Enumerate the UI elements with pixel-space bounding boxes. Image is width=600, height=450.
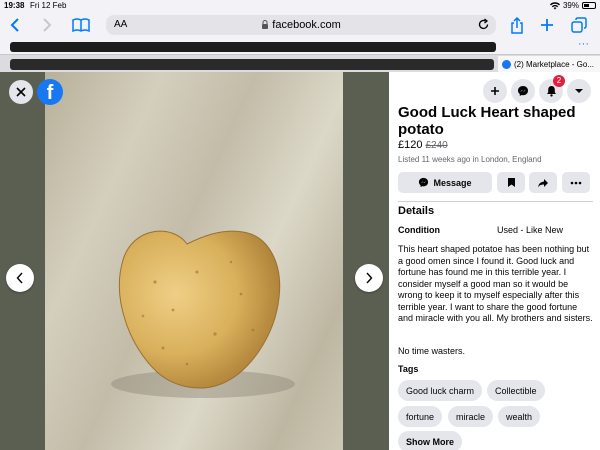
message-button[interactable]: Message	[398, 172, 492, 193]
listing-title: Good Luck Heart shaped potato	[398, 104, 576, 138]
tag-chip[interactable]: fortune	[398, 406, 443, 427]
listing-description: This heart shaped potatoe has been nothi…	[398, 244, 593, 323]
facebook-logo-letter: f	[46, 82, 54, 104]
back-icon[interactable]	[6, 16, 24, 34]
redacted-tabs	[10, 59, 494, 70]
message-label: Message	[433, 177, 472, 188]
bookmark-icon	[507, 178, 515, 187]
tag-chip[interactable]: wealth	[498, 406, 541, 427]
share-icon[interactable]	[508, 16, 526, 34]
tags-heading: Tags	[398, 364, 419, 374]
status-right: 39%	[549, 1, 596, 10]
new-tab-icon[interactable]	[538, 16, 556, 34]
tab-strip: (2) Marketplace - Go...	[0, 54, 600, 73]
tag-chip[interactable]: Collectible	[487, 380, 545, 401]
bell-icon	[546, 86, 556, 97]
account-menu-button[interactable]	[567, 79, 591, 103]
status-time: 19:38	[4, 1, 25, 10]
tag-chip[interactable]: Good luck charm	[398, 380, 483, 401]
heart-potato-image	[111, 230, 295, 398]
next-photo-button[interactable]	[355, 264, 383, 292]
address-bar[interactable]: AA facebook.com	[106, 15, 496, 35]
caret-down-icon	[575, 89, 583, 93]
create-button[interactable]	[483, 79, 507, 103]
share-button[interactable]	[529, 172, 557, 193]
reload-icon[interactable]	[477, 18, 490, 36]
status-bar: 19:38 Fri 12 Feb 39%	[0, 0, 600, 12]
messenger-icon	[419, 177, 429, 188]
bookmarks-bar: ···	[0, 38, 600, 54]
details-heading: Details	[398, 205, 435, 217]
facebook-logo[interactable]: f	[37, 79, 63, 105]
url-text: facebook.com	[106, 19, 496, 31]
more-dots-icon	[570, 181, 582, 184]
listing-photo	[45, 72, 343, 450]
tag-chip[interactable]: miracle	[448, 406, 494, 427]
plus-icon	[491, 87, 499, 95]
lock-icon	[262, 20, 269, 29]
status-date: Fri 12 Feb	[30, 1, 67, 10]
battery-icon	[582, 2, 596, 9]
section-divider	[398, 201, 593, 202]
photo-viewer: f	[0, 72, 389, 450]
messenger-icon	[518, 86, 528, 96]
close-viewer-button[interactable]	[9, 80, 33, 104]
bookmarks-book-icon[interactable]	[72, 16, 90, 34]
footer-note: No time wasters.	[398, 346, 466, 356]
notification-badge: 2	[553, 75, 565, 87]
condition-value: Used - Like New	[497, 225, 564, 235]
facebook-favicon-icon	[502, 60, 511, 69]
tab-marketplace[interactable]: (2) Marketplace - Go...	[498, 56, 600, 73]
close-icon	[16, 87, 26, 97]
share-arrow-icon	[538, 178, 548, 187]
url-label: facebook.com	[272, 19, 341, 31]
tab-title: (2) Marketplace - Go...	[514, 60, 595, 69]
battery-percent: 39%	[562, 1, 579, 10]
messenger-button[interactable]	[511, 79, 535, 103]
redacted-bookmarks	[10, 42, 496, 52]
bookmarks-more-icon[interactable]: ···	[578, 38, 589, 50]
chevron-right-icon	[366, 272, 373, 284]
chevron-left-icon	[16, 272, 23, 284]
forward-icon[interactable]	[38, 16, 56, 34]
more-options-button[interactable]	[562, 172, 590, 193]
save-button[interactable]	[497, 172, 525, 193]
listing-price: £120	[398, 139, 423, 151]
wifi-icon	[549, 1, 560, 9]
tabs-overview-icon[interactable]	[570, 16, 588, 34]
show-more-button[interactable]: Show More	[398, 431, 463, 450]
previous-photo-button[interactable]	[6, 264, 34, 292]
original-price: £240	[425, 140, 448, 151]
listing-panel: 2 Good Luck Heart shaped potato £120 £240…	[389, 72, 600, 450]
price-row: £120 £240	[398, 139, 448, 151]
browser-toolbar: AA facebook.com	[0, 12, 600, 38]
condition-label: Condition	[398, 225, 440, 235]
listed-info: Listed 11 weeks ago in London, England	[398, 155, 542, 164]
